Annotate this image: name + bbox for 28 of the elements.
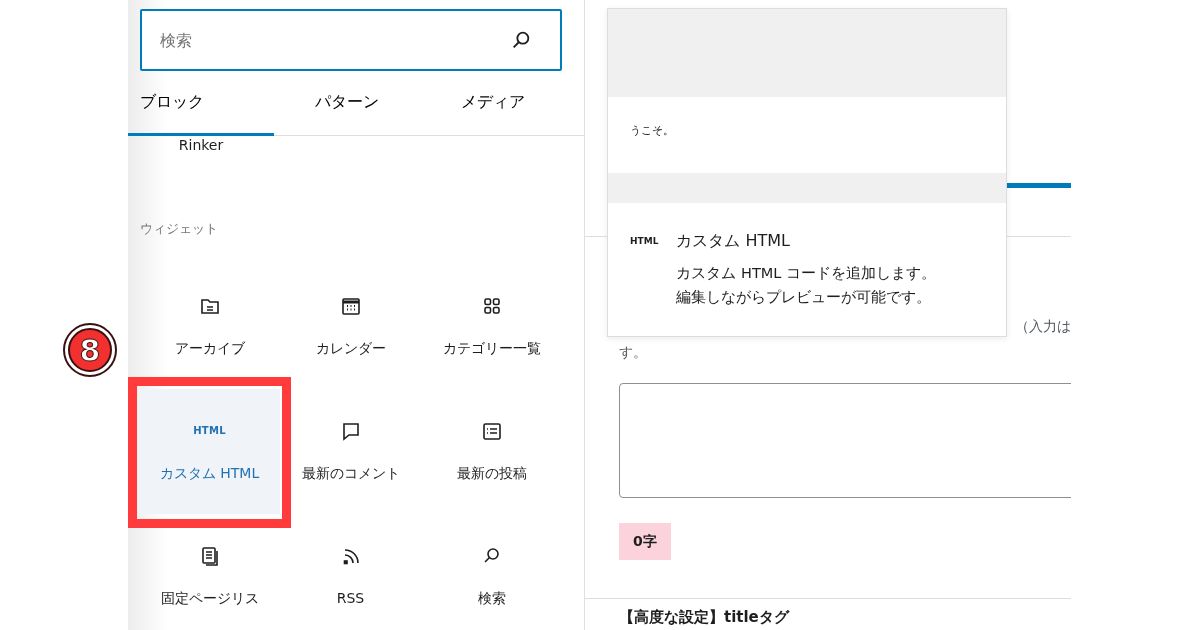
tab[interactable]: ブロック	[128, 71, 274, 136]
description-text: カスタム HTML コードを追加します。	[676, 264, 936, 283]
section-heading: ウィジェット	[140, 221, 219, 237]
block-item[interactable]: 最新のコメント	[280, 389, 421, 514]
help-text: す。	[618, 343, 648, 362]
html-icon: HTML	[630, 229, 659, 309]
help-text: （入力は	[1015, 318, 1071, 334]
step-number: 8	[68, 328, 112, 372]
search-icon[interactable]	[510, 29, 532, 51]
block-item[interactable]: カテゴリー一覧	[421, 264, 562, 389]
section-heading: 【高度な設定】titleタグ	[618, 607, 791, 627]
search-field[interactable]: 検索	[140, 9, 562, 71]
preview-text: うこそ。	[629, 123, 675, 139]
character-count: 0字	[619, 523, 671, 560]
tab[interactable]: メディア	[420, 71, 566, 136]
html-icon: HTML	[193, 419, 226, 443]
block-item[interactable]: 検索	[421, 514, 562, 630]
block-label: Rinker	[177, 137, 225, 153]
description-text: 編集しながらプレビューが可能です。	[676, 288, 933, 307]
block-item[interactable]: カレンダー	[280, 264, 421, 389]
block-item[interactable]: RSS	[280, 514, 421, 630]
block-item[interactable]: 固定ページリス	[139, 514, 280, 630]
tab[interactable]: パターン	[274, 71, 420, 136]
tab-indicator	[1004, 183, 1071, 188]
block-item[interactable]: アーカイブ	[139, 264, 280, 389]
block-item[interactable]: 最新の投稿	[421, 389, 562, 514]
block-title: カスタム HTML	[676, 230, 791, 252]
block-item[interactable]: HTML カスタム HTML	[139, 389, 280, 514]
